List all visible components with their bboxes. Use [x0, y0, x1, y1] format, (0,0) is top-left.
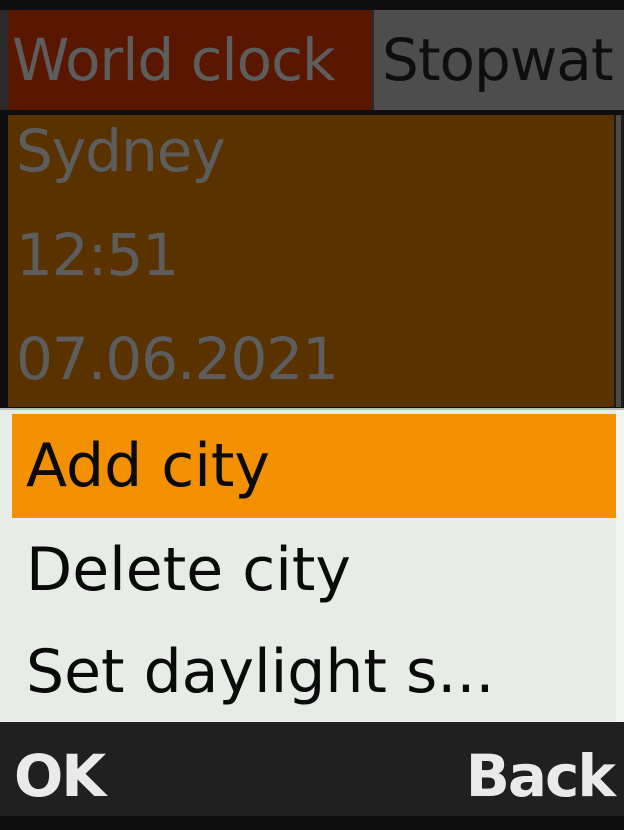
tab-world-clock[interactable]: World clock [8, 10, 372, 110]
ok-softkey[interactable]: OK [14, 722, 106, 816]
menu-scrollbar[interactable] [616, 410, 624, 722]
city-date: 07.06.2021 [16, 325, 339, 393]
menu-item-delete-city[interactable]: Delete city [12, 518, 620, 622]
menu-item-set-daylight-saving[interactable]: Set daylight s... [12, 620, 620, 724]
city-clock-card[interactable]: Sydney 12:51 07.06.2021 [8, 115, 614, 407]
options-menu: Add city Delete city Set daylight s... [0, 408, 624, 722]
menu-item-add-city[interactable]: Add city [12, 414, 620, 518]
city-name: Sydney [16, 117, 226, 185]
back-softkey[interactable]: Back [466, 722, 616, 816]
softkey-bar: OK Back [0, 722, 624, 816]
tab-bar: World clock Stopwat [0, 10, 624, 110]
tab-stopwatch[interactable]: Stopwat [374, 10, 624, 110]
city-time: 12:51 [16, 221, 179, 289]
city-list-scrollbar-thumb[interactable] [616, 115, 621, 407]
city-list-scrollbar[interactable] [614, 115, 624, 407]
